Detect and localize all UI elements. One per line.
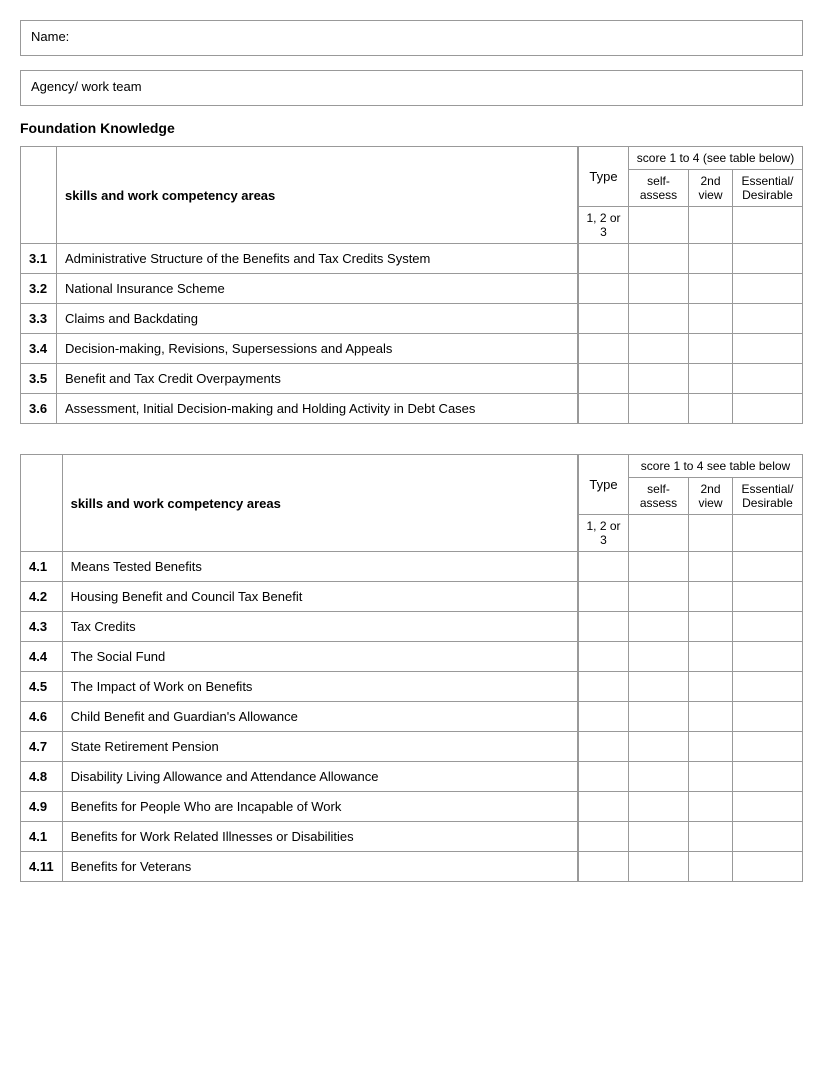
side-table-row bbox=[579, 244, 803, 274]
table-row: 4.9 Benefits for People Who are Incapabl… bbox=[21, 792, 578, 822]
side-table-row bbox=[579, 582, 803, 612]
table-row: 3.5 Benefit and Tax Credit Overpayments bbox=[21, 364, 578, 394]
agency-field[interactable]: Agency/ work team bbox=[20, 70, 803, 106]
second-view-header-2: 2nd view bbox=[689, 478, 733, 515]
type-header: Type bbox=[579, 147, 629, 207]
table-row: 3.6 Assessment, Initial Decision-making … bbox=[21, 394, 578, 424]
section2-header-row: skills and work competency areas bbox=[21, 455, 578, 552]
side-table-row bbox=[579, 274, 803, 304]
section2-side-table: Type score 1 to 4 see table below self-a… bbox=[578, 454, 803, 882]
section2-top-header: Type score 1 to 4 see table below bbox=[579, 455, 803, 478]
side-table-row bbox=[579, 762, 803, 792]
section1-type-sub-row: 1, 2 or 3 bbox=[579, 207, 803, 244]
section-title: Foundation Knowledge bbox=[20, 120, 803, 136]
section1-header-row: skills and work competency areas bbox=[21, 147, 578, 244]
side-table-row bbox=[579, 612, 803, 642]
type-sub-2: 1, 2 or 3 bbox=[579, 515, 629, 552]
table-row: 4.1 Means Tested Benefits bbox=[21, 552, 578, 582]
side-table-row bbox=[579, 702, 803, 732]
section1-side-table: Type score 1 to 4 (see table below) self… bbox=[578, 146, 803, 424]
side-table-row bbox=[579, 822, 803, 852]
essential-header: Essential/ Desirable bbox=[733, 170, 803, 207]
score-header: score 1 to 4 (see table below) bbox=[629, 147, 803, 170]
table-row: 4.1 Benefits for Work Related Illnesses … bbox=[21, 822, 578, 852]
table-row: 3.4 Decision-making, Revisions, Superses… bbox=[21, 334, 578, 364]
name-label: Name: bbox=[31, 29, 69, 44]
section2-table-wrapper: skills and work competency areas 4.1 Mea… bbox=[20, 454, 803, 882]
table-row: 3.1 Administrative Structure of the Bene… bbox=[21, 244, 578, 274]
self-assess-header: self-assess bbox=[629, 170, 689, 207]
section2-main-table: skills and work competency areas 4.1 Mea… bbox=[20, 454, 578, 882]
table-row: 4.2 Housing Benefit and Council Tax Bene… bbox=[21, 582, 578, 612]
side-table-row bbox=[579, 552, 803, 582]
side-table-row bbox=[579, 672, 803, 702]
table-row: 4.8 Disability Living Allowance and Atte… bbox=[21, 762, 578, 792]
section1-top-header: Type score 1 to 4 (see table below) bbox=[579, 147, 803, 170]
side-table-row bbox=[579, 852, 803, 882]
section2-type-sub-row: 1, 2 or 3 bbox=[579, 515, 803, 552]
section1-table-wrapper: skills and work competency areas 3.1 Adm… bbox=[20, 146, 803, 424]
essential-header-2: Essential/ Desirable bbox=[733, 478, 803, 515]
table-row: 4.7 State Retirement Pension bbox=[21, 732, 578, 762]
side-table-row bbox=[579, 304, 803, 334]
side-table-row bbox=[579, 334, 803, 364]
side-table-row bbox=[579, 364, 803, 394]
side-table-row bbox=[579, 732, 803, 762]
score-header-2: score 1 to 4 see table below bbox=[629, 455, 803, 478]
type-sub: 1, 2 or 3 bbox=[579, 207, 629, 244]
table-row: 4.6 Child Benefit and Guardian's Allowan… bbox=[21, 702, 578, 732]
table-row: 4.3 Tax Credits bbox=[21, 612, 578, 642]
table-row: 4.5 The Impact of Work on Benefits bbox=[21, 672, 578, 702]
table-row: 3.3 Claims and Backdating bbox=[21, 304, 578, 334]
section2-competency-header: skills and work competency areas bbox=[62, 455, 577, 552]
table-row: 3.2 National Insurance Scheme bbox=[21, 274, 578, 304]
side-table-row bbox=[579, 792, 803, 822]
agency-label: Agency/ work team bbox=[31, 79, 142, 94]
name-field[interactable]: Name: bbox=[20, 20, 803, 56]
table-row: 4.4 The Social Fund bbox=[21, 642, 578, 672]
self-assess-header-2: self-assess bbox=[629, 478, 689, 515]
side-table-row bbox=[579, 642, 803, 672]
side-table-row bbox=[579, 394, 803, 424]
type-header-2: Type bbox=[579, 455, 629, 515]
section1-main-table: skills and work competency areas 3.1 Adm… bbox=[20, 146, 578, 424]
second-view-header: 2nd view bbox=[689, 170, 733, 207]
table-row: 4.11 Benefits for Veterans bbox=[21, 852, 578, 882]
section1-competency-header: skills and work competency areas bbox=[57, 147, 578, 244]
